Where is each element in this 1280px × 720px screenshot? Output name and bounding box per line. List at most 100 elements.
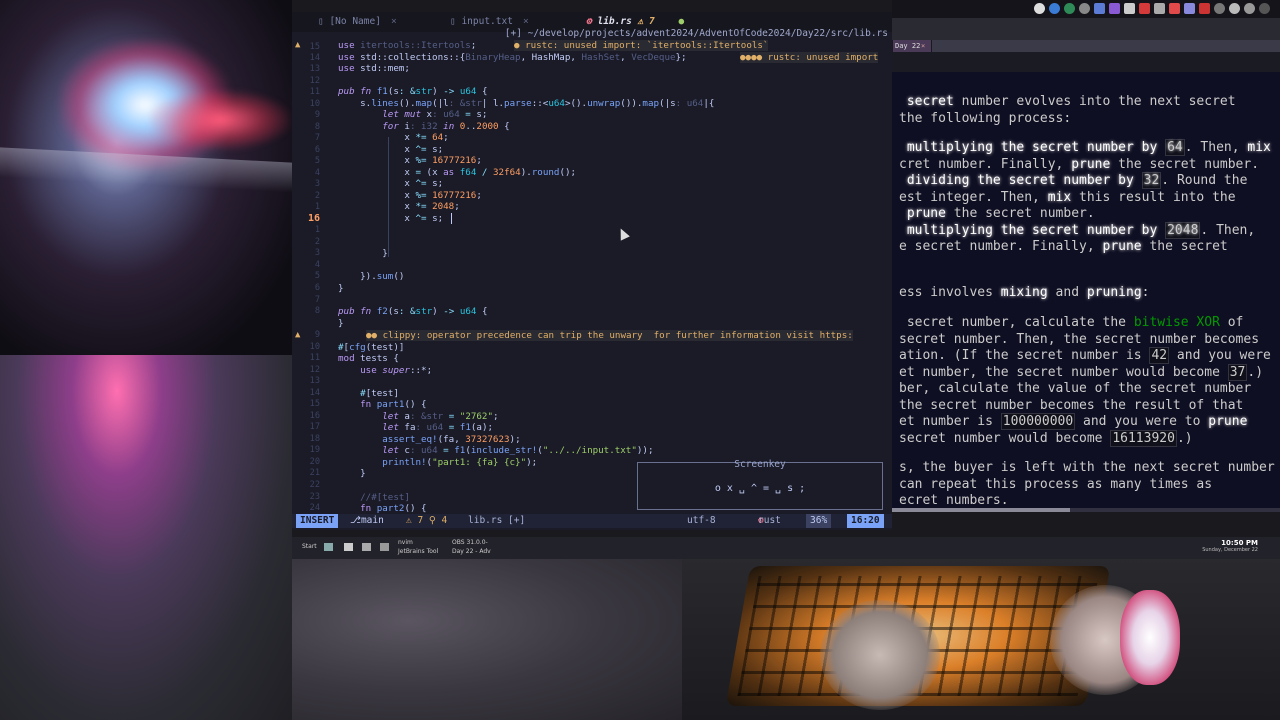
- horizontal-scrollbar[interactable]: [892, 508, 1280, 512]
- code-line[interactable]: for i: i32 in 0..2000 {: [338, 121, 509, 132]
- code-line[interactable]: let c: u64 = f1(include_str!("../../inpu…: [338, 445, 653, 456]
- app-icon[interactable]: [1034, 3, 1045, 14]
- rust-icon: ⚙: [586, 16, 592, 27]
- line-number: 12: [309, 365, 320, 375]
- code-line[interactable]: s.lines().map(|l: &str| l.parse::<u64>()…: [338, 98, 714, 109]
- app-icon[interactable]: [1139, 3, 1150, 14]
- line-number: 21: [309, 468, 320, 478]
- taskbar-clock[interactable]: 10:50 PM Sunday, December 22: [1202, 539, 1258, 553]
- app-icon[interactable]: [1229, 3, 1240, 14]
- puzzle-line: secret number would become 16113920.): [899, 430, 1193, 447]
- mouse-device-image: [1120, 590, 1180, 685]
- app-icon[interactable]: [362, 543, 371, 551]
- code-line[interactable]: //#[test]: [338, 492, 410, 503]
- line-number: 7: [314, 295, 320, 305]
- app-icon[interactable]: [1124, 3, 1135, 14]
- taskbar-item[interactable]: OBS 31.0.0-: [452, 539, 488, 546]
- code-line[interactable]: mod tests {: [338, 353, 399, 364]
- code-line[interactable]: println!("part1: {fa} {c}");: [338, 457, 537, 468]
- taskbar-item[interactable]: Day 22 - Adv: [452, 548, 491, 555]
- code-line[interactable]: use super::*;: [338, 365, 432, 376]
- start-button[interactable]: Start: [302, 543, 317, 550]
- clock-date: Sunday, December 22: [1202, 547, 1258, 553]
- line-number: 9: [314, 330, 320, 340]
- line-number: 12: [309, 76, 320, 86]
- system-tray-bar: [892, 0, 1280, 18]
- code-line[interactable]: use itertools::Itertools;: [338, 40, 476, 51]
- code-line[interactable]: #[test]: [338, 388, 399, 399]
- diagnostic-message: ● rustc: unused import: `itertools::Iter…: [514, 40, 769, 51]
- code-line[interactable]: let mut x: u64 = s;: [338, 109, 487, 120]
- line-number: 2: [314, 237, 320, 247]
- code-line[interactable]: fn part1() {: [338, 399, 426, 410]
- tab-no-name[interactable]: ▯ [No Name] ×: [318, 14, 397, 30]
- line-number: 6: [314, 145, 320, 155]
- close-icon[interactable]: ×: [921, 40, 925, 52]
- line-number: 22: [309, 480, 320, 490]
- code-line[interactable]: }).sum(): [338, 271, 404, 282]
- app-icon[interactable]: [1154, 3, 1165, 14]
- hand-image: [820, 600, 940, 710]
- code-line[interactable]: }: [338, 248, 388, 259]
- code-line[interactable]: x %= 16777216;: [338, 190, 482, 201]
- browser-tab[interactable]: Day 22 ×: [893, 40, 931, 52]
- app-icon[interactable]: [1064, 3, 1075, 14]
- code-line[interactable]: let a: &str = "2762";: [338, 411, 498, 422]
- cursor-position: 16:20: [847, 514, 884, 528]
- neovim-editor[interactable]: ▯ [No Name] × ▯ input.txt × ⚙ lib.rs ⚠ 7 ●…: [292, 12, 892, 530]
- code-line[interactable]: x ^= s;: [338, 178, 443, 189]
- close-icon[interactable]: ×: [523, 16, 529, 27]
- code-line[interactable]: }: [338, 318, 344, 329]
- code-line[interactable]: pub fn f1(s: &str) -> u64 {: [338, 86, 488, 97]
- app-icon[interactable]: [1079, 3, 1090, 14]
- app-icon[interactable]: [1184, 3, 1195, 14]
- line-number: 23: [309, 492, 320, 502]
- code-line[interactable]: x *= 64;: [338, 132, 448, 143]
- code-line[interactable]: }: [338, 283, 344, 294]
- line-number: 13: [309, 376, 320, 386]
- app-icon[interactable]: [1244, 3, 1255, 14]
- windows-taskbar: Start nvim JetBrains Tool OBS 31.0.0- Da…: [292, 537, 1280, 559]
- line-number: 5: [314, 271, 320, 281]
- code-line[interactable]: x ^= s;: [338, 213, 443, 224]
- puzzle-line: the following process:: [899, 111, 1072, 126]
- line-number: 2: [314, 191, 320, 201]
- app-icon[interactable]: [1259, 3, 1270, 14]
- app-icon[interactable]: [1049, 3, 1060, 14]
- app-icon[interactable]: [1094, 3, 1105, 14]
- app-icon[interactable]: [1214, 3, 1225, 14]
- app-icon[interactable]: [1109, 3, 1120, 14]
- app-icon[interactable]: [1199, 3, 1210, 14]
- taskbar-item[interactable]: nvim: [398, 539, 413, 546]
- line-number: 8: [314, 306, 320, 316]
- app-icon[interactable]: [1169, 3, 1180, 14]
- code-line[interactable]: use std::collections::{BinaryHeap, HashM…: [338, 52, 687, 63]
- code-line[interactable]: #[cfg(test)]: [338, 342, 404, 353]
- code-line[interactable]: }: [338, 468, 366, 479]
- line-number: 4: [314, 260, 320, 270]
- current-line-number: 16: [307, 213, 320, 224]
- close-icon[interactable]: ×: [391, 16, 397, 27]
- mode-indicator: INSERT: [296, 514, 339, 528]
- app-icon[interactable]: [344, 543, 353, 551]
- line-number: 20: [309, 457, 320, 467]
- puzzle-line: multiplying the secret number by 2048. T…: [906, 222, 1256, 239]
- code-line[interactable]: fn part2() {: [338, 503, 426, 514]
- clock-time: 10:50 PM: [1221, 539, 1258, 547]
- code-line[interactable]: use std::mem;: [338, 63, 410, 74]
- code-line[interactable]: x = (x as f64 / 32f64).round();: [338, 167, 576, 178]
- file-explorer-icon[interactable]: [324, 543, 333, 551]
- code-line[interactable]: x *= 2048;: [338, 201, 459, 212]
- app-icon[interactable]: [380, 543, 389, 551]
- puzzle-line: the secret number becomes the result of …: [899, 398, 1244, 413]
- code-line[interactable]: assert_eq!(fa, 37327623);: [338, 434, 520, 445]
- taskbar-item[interactable]: JetBrains Tool: [398, 548, 438, 555]
- bitwise-xor-link[interactable]: bitwise XOR: [1134, 315, 1220, 330]
- code-line[interactable]: pub fn f2(s: &str) -> u64 {: [338, 306, 488, 317]
- puzzle-line: secret number evolves into the next secr…: [906, 94, 1236, 109]
- line-number: 4: [314, 168, 320, 178]
- code-line[interactable]: let fa: u64 = f1(a);: [338, 422, 493, 433]
- puzzle-line: s, the buyer is left with the next secre…: [899, 460, 1275, 475]
- code-line[interactable]: x ^= s;: [338, 144, 443, 155]
- code-line[interactable]: x %= 16777216;: [338, 155, 482, 166]
